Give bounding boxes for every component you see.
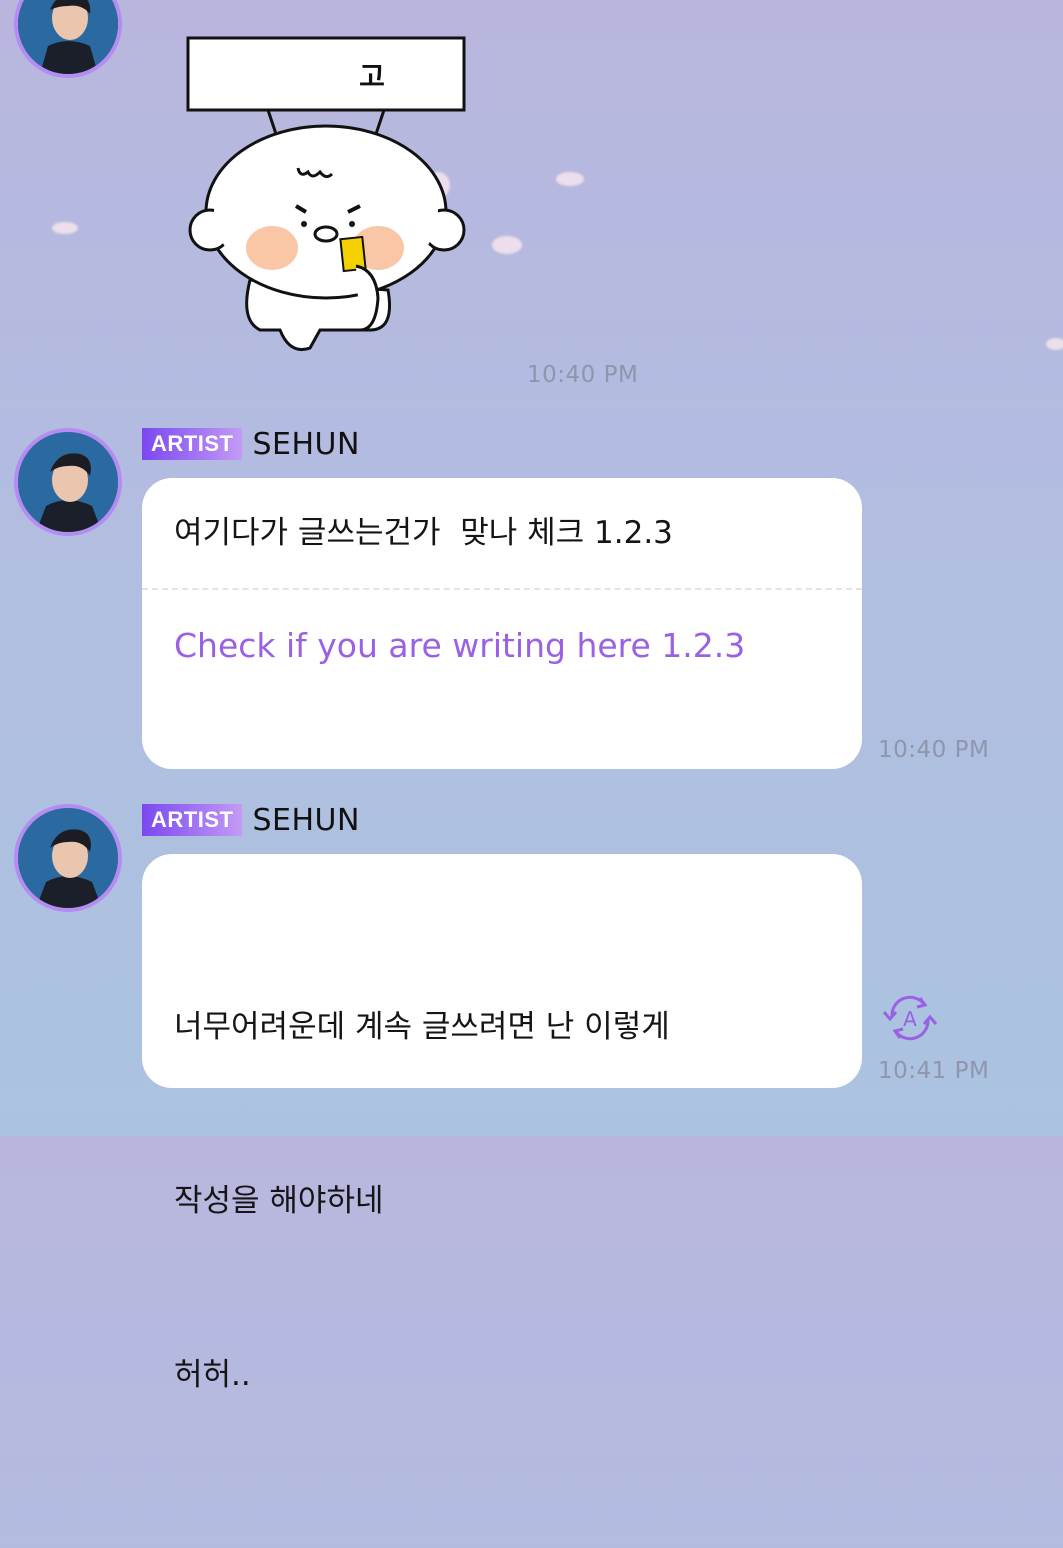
message-line: 허허..: [174, 1357, 251, 1393]
message-bubble[interactable]: 여기다가 글쓰는건가 맞나 체크 1.2.3 Check if you are …: [142, 478, 862, 769]
sender-name[interactable]: SEHUN: [252, 803, 359, 838]
sticker-character: 고: [186, 36, 466, 351]
message-line: 작성을 해야하네: [174, 1183, 384, 1219]
avatar-photo: [18, 432, 118, 532]
message-original-text: 여기다가 글쓰는건가 맞나 체크 1.2.3: [174, 515, 673, 551]
message-original-text: 너무어려운데 계속 글쓰려면 난 이렇게 작성을 해야하네 허허..: [142, 854, 862, 1548]
sender-name[interactable]: SEHUN: [252, 427, 359, 462]
avatar[interactable]: [14, 428, 122, 536]
artist-badge: ARTIST: [142, 804, 243, 836]
artist-badge: ARTIST: [142, 428, 243, 460]
translate-button[interactable]: A: [878, 990, 942, 1046]
message-line: 너무어려운데 계속 글쓰려면 난 이렇게: [174, 1009, 670, 1045]
translate-glyph: A: [903, 1007, 917, 1031]
sender-row: ARTIST SEHUN: [142, 424, 360, 464]
sticker[interactable]: 고: [180, 30, 480, 370]
sender-row: ARTIST SEHUN: [142, 800, 360, 840]
message-timestamp: 10:40 PM: [878, 737, 990, 763]
message-translation-text: Check if you are writing here 1.2.3: [174, 626, 746, 665]
avatar-photo: [18, 808, 118, 908]
translate-icon: A: [882, 995, 938, 1041]
avatar[interactable]: [14, 0, 122, 78]
avatar[interactable]: [14, 804, 122, 912]
sticker-sign-text: 고: [359, 60, 385, 93]
message-timestamp: 10:40 PM: [527, 362, 639, 388]
background-petal: [492, 236, 522, 254]
message-bubble[interactable]: 너무어려운데 계속 글쓰려면 난 이렇게 작성을 해야하네 허허..: [142, 854, 862, 1393]
background-petal: [1046, 338, 1063, 350]
avatar-photo: [18, 0, 118, 74]
background-petal: [52, 222, 78, 234]
message-timestamp: 10:41 PM: [878, 1058, 990, 1084]
background-petal: [556, 172, 584, 186]
